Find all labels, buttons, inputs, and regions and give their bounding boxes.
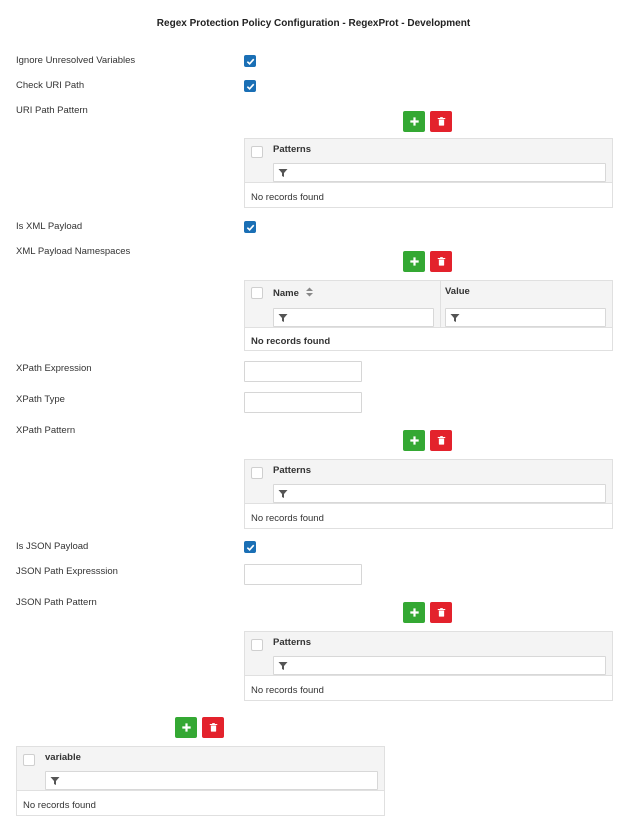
xml-namespaces-label: XML Payload Namespaces	[16, 246, 131, 257]
filter-icon	[278, 662, 288, 670]
uri-patterns-grid: Patterns No records found	[244, 138, 613, 208]
page-title: Regex Protection Policy Configuration - …	[156, 18, 471, 29]
plus-icon	[181, 723, 191, 732]
check-uri-path-label: Check URI Path	[16, 80, 85, 91]
no-records-text: No records found	[251, 336, 331, 347]
grid-header: variable	[17, 747, 384, 791]
no-records-text: No records found	[23, 800, 96, 811]
column-header-name[interactable]: Name	[273, 287, 314, 300]
uri-path-pattern-label: URI Path Pattern	[16, 105, 88, 116]
no-records-text: No records found	[251, 192, 324, 203]
trash-icon	[209, 723, 217, 732]
xpath-type-label: XPath Type	[16, 394, 65, 405]
plus-icon	[409, 257, 419, 266]
xpath-expression-input[interactable]	[244, 361, 362, 382]
xpath-pattern-label: XPath Pattern	[16, 425, 76, 436]
filter-icon	[278, 490, 288, 498]
json-path-expression-label: JSON Path Expresssion	[16, 566, 118, 577]
no-records-text: No records found	[251, 685, 324, 696]
xml-namespaces-grid: Name Value No records found	[244, 280, 613, 351]
check-icon	[246, 544, 254, 551]
no-records-text: No records found	[251, 513, 324, 524]
json-path-expression-input[interactable]	[244, 564, 362, 585]
filter-icon	[450, 314, 460, 322]
select-all-checkbox[interactable]	[251, 287, 263, 299]
grid-header: Patterns	[245, 632, 612, 676]
column-header-value[interactable]: Value	[445, 286, 470, 297]
column-header-name-label: Name	[273, 288, 299, 299]
patterns-filter-input[interactable]	[273, 163, 606, 182]
add-uri-pattern-button[interactable]	[403, 111, 425, 132]
select-all-checkbox[interactable]	[251, 146, 263, 158]
column-header-patterns[interactable]: Patterns	[273, 465, 311, 476]
filter-icon	[50, 777, 60, 785]
json-path-pattern-label: JSON Path Pattern	[16, 597, 97, 608]
column-header-patterns[interactable]: Patterns	[273, 144, 311, 155]
patterns-filter-input[interactable]	[273, 656, 606, 675]
plus-icon	[409, 608, 419, 617]
delete-variable-button[interactable]	[202, 717, 224, 738]
plus-icon	[409, 117, 419, 126]
xpath-type-input[interactable]	[244, 392, 362, 413]
column-divider	[440, 281, 441, 328]
variables-grid: variable No records found	[16, 746, 385, 816]
select-all-checkbox[interactable]	[23, 754, 35, 766]
is-xml-payload-checkbox[interactable]	[244, 221, 256, 233]
trash-icon	[437, 117, 445, 126]
is-json-payload-label: Is JSON Payload	[16, 541, 89, 552]
xpath-expression-label: XPath Expression	[16, 363, 92, 374]
xpath-patterns-grid: Patterns No records found	[244, 459, 613, 529]
grid-header: Patterns	[245, 460, 612, 504]
variable-filter-input[interactable]	[45, 771, 378, 790]
select-all-checkbox[interactable]	[251, 467, 263, 479]
check-icon	[246, 83, 254, 90]
sort-icon[interactable]	[305, 287, 314, 300]
add-json-pattern-button[interactable]	[403, 602, 425, 623]
check-icon	[246, 224, 254, 231]
filter-icon	[278, 169, 288, 177]
add-namespace-button[interactable]	[403, 251, 425, 272]
trash-icon	[437, 436, 445, 445]
delete-uri-pattern-button[interactable]	[430, 111, 452, 132]
ignore-unresolved-checkbox[interactable]	[244, 55, 256, 67]
column-header-variable[interactable]: variable	[45, 752, 81, 763]
grid-header: Patterns	[245, 139, 612, 183]
grid-header: Name Value	[245, 281, 612, 328]
trash-icon	[437, 608, 445, 617]
delete-json-pattern-button[interactable]	[430, 602, 452, 623]
plus-icon	[409, 436, 419, 445]
value-filter-input[interactable]	[445, 308, 606, 327]
select-all-checkbox[interactable]	[251, 639, 263, 651]
is-xml-payload-label: Is XML Payload	[16, 221, 83, 232]
delete-namespace-button[interactable]	[430, 251, 452, 272]
filter-icon	[278, 314, 288, 322]
json-patterns-grid: Patterns No records found	[244, 631, 613, 701]
trash-icon	[437, 257, 445, 266]
add-xpath-pattern-button[interactable]	[403, 430, 425, 451]
add-variable-button[interactable]	[175, 717, 197, 738]
patterns-filter-input[interactable]	[273, 484, 606, 503]
ignore-unresolved-label: Ignore Unresolved Variables	[16, 55, 136, 66]
delete-xpath-pattern-button[interactable]	[430, 430, 452, 451]
check-icon	[246, 58, 254, 65]
is-json-payload-checkbox[interactable]	[244, 541, 256, 553]
check-uri-path-checkbox[interactable]	[244, 80, 256, 92]
name-filter-input[interactable]	[273, 308, 434, 327]
column-header-patterns[interactable]: Patterns	[273, 637, 311, 648]
